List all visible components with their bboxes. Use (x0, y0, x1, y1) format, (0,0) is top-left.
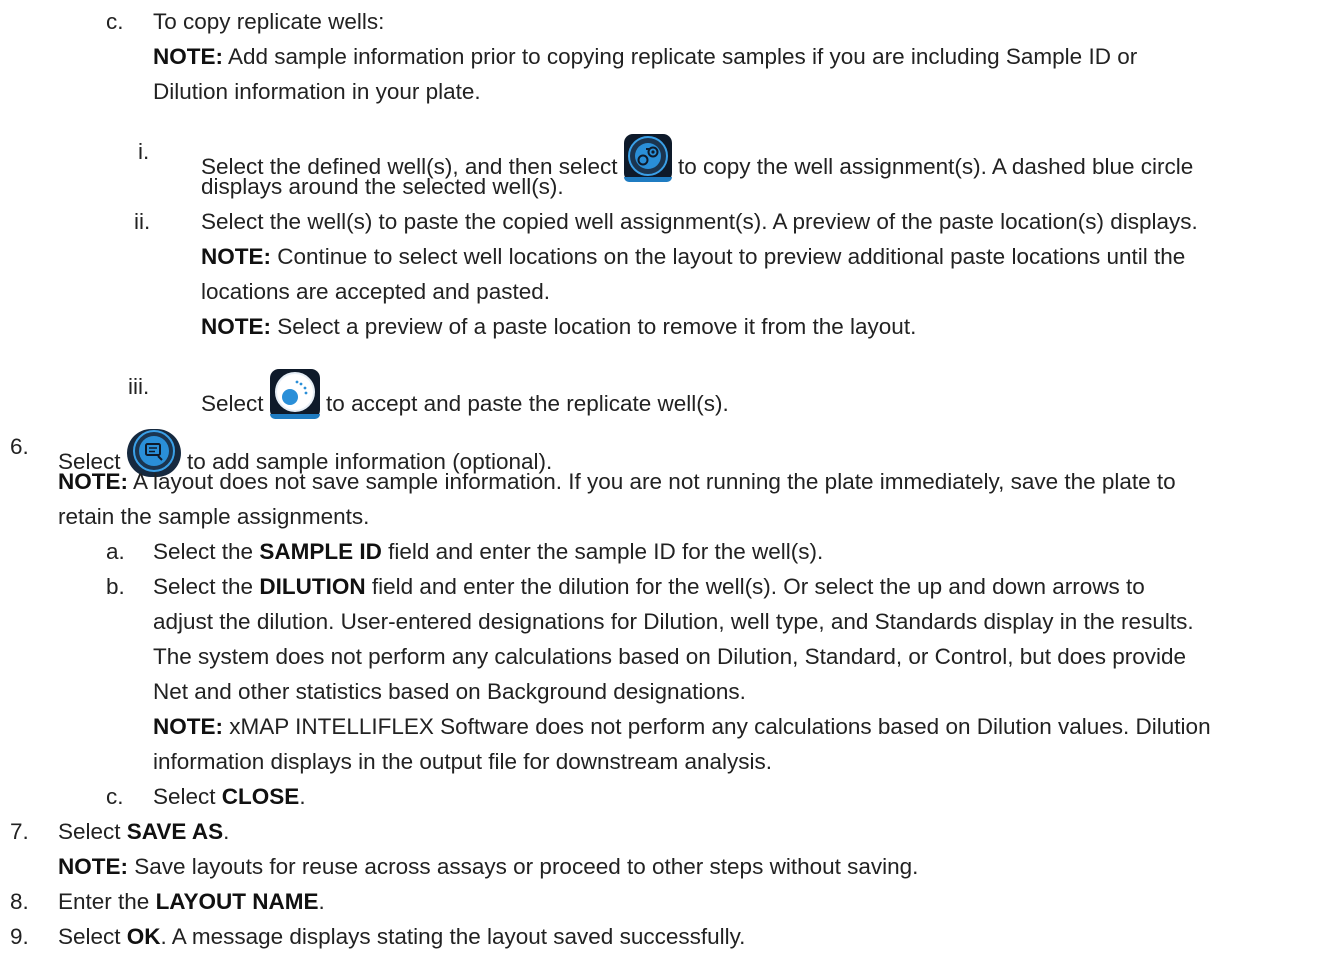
step-text: field and enter the sample ID for the we… (381, 539, 824, 564)
step-6-note: NOTE: A layout does not save sample info… (58, 464, 1176, 499)
step-5c-ii-note1: NOTE: Continue to select well locations … (201, 239, 1185, 274)
step-text: Select the (153, 539, 260, 564)
note-label: NOTE: (201, 314, 271, 339)
step-text: Select the (153, 574, 260, 599)
step-7-text: Select SAVE AS. (58, 814, 229, 849)
accept-paste-icon (269, 369, 320, 419)
list-marker: b. (106, 574, 125, 599)
step-6b-line2: adjust the dilution. User-entered design… (153, 609, 1194, 634)
field-name: SAMPLE ID (259, 539, 382, 564)
note-label: NOTE: (201, 244, 271, 269)
field-name: LAYOUT NAME (155, 889, 319, 914)
step-5c-ii-text: Select the well(s) to paste the copied w… (201, 209, 1198, 234)
field-name: DILUTION (259, 574, 366, 599)
button-name: SAVE AS (126, 819, 224, 844)
note-label: NOTE: (153, 44, 223, 69)
list-marker: iii. (128, 374, 150, 399)
step-5c-ii-note2: NOTE: Select a preview of a paste locati… (201, 309, 916, 344)
list-marker: 9. (10, 924, 29, 949)
step-5c-note-cont: Dilution information in your plate. (153, 79, 481, 104)
step-9-text: Select OK. A message displays stating th… (58, 919, 745, 954)
note-label: NOTE: (153, 714, 223, 739)
step-5c-title: To copy replicate wells: (153, 9, 385, 34)
note-text: Select a preview of a paste location to … (271, 314, 917, 339)
button-name: OK (126, 924, 161, 949)
step-6a-text: Select the SAMPLE ID field and enter the… (153, 534, 823, 569)
step-6b-line3: The system does not perform any calculat… (153, 644, 1187, 669)
list-marker: 7. (10, 819, 29, 844)
step-text: Select (201, 391, 270, 416)
step-5c-iii-text: Select to accept and paste the replicate… (201, 369, 729, 421)
note-text: A layout does not save sample informatio… (128, 469, 1176, 494)
list-marker: a. (106, 539, 125, 564)
note-text: Continue to select well locations on the… (271, 244, 1186, 269)
note-text: Add sample information prior to copying … (223, 44, 1138, 69)
step-6-note-cont: retain the sample assignments. (58, 504, 370, 529)
step-6b-note-cont: information displays in the output file … (153, 749, 773, 774)
note-label: NOTE: (58, 854, 128, 879)
note-label: NOTE: (58, 469, 128, 494)
step-text: to accept and paste the replicate well(s… (319, 391, 729, 416)
list-marker: 8. (10, 889, 29, 914)
step-text: to copy the well assignment(s). A dashed… (671, 154, 1194, 179)
step-6b-line4: Net and other statistics based on Backgr… (153, 679, 746, 704)
note-text: xMAP INTELLIFLEX Software does not perfo… (223, 714, 1211, 739)
step-6b-note: NOTE: xMAP INTELLIFLEX Software does not… (153, 709, 1211, 744)
step-text: . (318, 889, 325, 914)
step-text: Select (58, 819, 127, 844)
note-text: Save layouts for reuse across assays or … (128, 854, 919, 879)
step-text: Select (153, 784, 222, 809)
step-text: Select (58, 924, 127, 949)
list-marker: i. (138, 139, 150, 164)
list-marker: c. (106, 9, 124, 34)
step-text: . A message displays stating the layout … (160, 924, 746, 949)
step-text: Enter the (58, 889, 156, 914)
list-marker: c. (106, 784, 124, 809)
step-text: . (223, 819, 230, 844)
step-6b-text: Select the DILUTION field and enter the … (153, 569, 1145, 604)
button-name: CLOSE (221, 784, 300, 809)
step-6c-text: Select CLOSE. (153, 779, 306, 814)
step-5c-note: NOTE: Add sample information prior to co… (153, 39, 1137, 74)
step-text: field and enter the dilution for the wel… (365, 574, 1145, 599)
copy-wells-icon (623, 134, 672, 182)
step-7-note: NOTE: Save layouts for reuse across assa… (58, 849, 918, 884)
step-text: . (299, 784, 306, 809)
list-marker: 6. (10, 434, 29, 459)
list-marker: ii. (134, 209, 151, 234)
step-8-text: Enter the LAYOUT NAME. (58, 884, 325, 919)
step-5c-ii-note1-cont: locations are accepted and pasted. (201, 279, 550, 304)
step-5c-i-text-cont: displays around the selected well(s). (201, 174, 564, 199)
